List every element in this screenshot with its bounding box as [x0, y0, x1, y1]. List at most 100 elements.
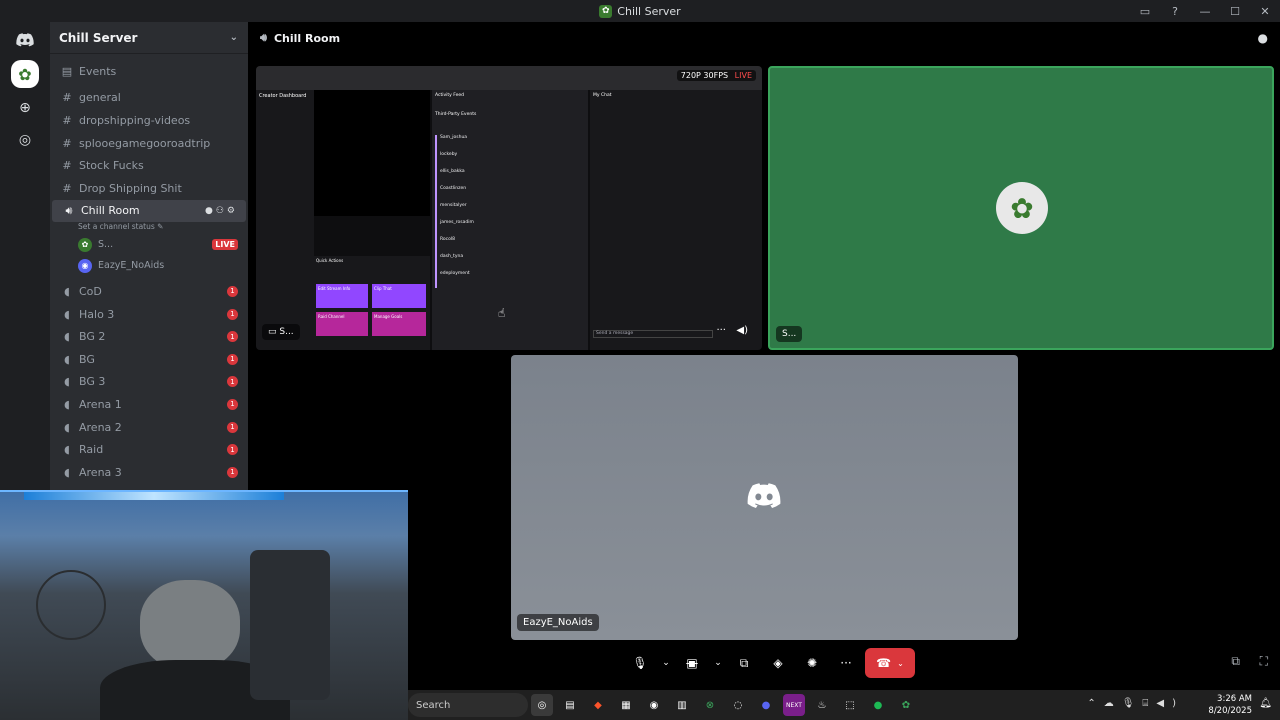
clock[interactable]: 3:26 AM 8/20/2025	[1208, 693, 1252, 717]
discord-taskbar-icon[interactable]: ●	[755, 694, 777, 716]
call-header: 🔊︎ Chill Room	[250, 22, 1280, 54]
channel-status[interactable]: Set a channel status ✎	[50, 222, 248, 234]
channel-label: general	[79, 91, 121, 105]
voice-channel[interactable]: ◖ Halo 3 1	[50, 303, 248, 326]
edit-stream-info-action: Edit Stream Info	[316, 284, 368, 308]
voice-channel[interactable]: ◖ CoD 1	[50, 280, 248, 303]
voice-channel[interactable]: ◖ Arena 3 1	[50, 461, 248, 484]
stream-tile[interactable]: Creator Dashboard Quick Actions Edit Str…	[256, 66, 762, 350]
popout-icon[interactable]: ⧉	[1231, 654, 1240, 669]
server-header[interactable]: Chill Server ⌄	[50, 22, 248, 54]
chat-icon[interactable]: ●	[205, 206, 216, 216]
steam-icon[interactable]: ♨	[811, 694, 833, 716]
microphone-icon[interactable]: 🎙︎	[625, 648, 655, 678]
more-options-icon[interactable]: ···	[716, 325, 726, 336]
minimize-button[interactable]: —	[1190, 0, 1220, 22]
obs-icon[interactable]: ◉	[643, 694, 665, 716]
user-tile[interactable]: EazyE_NoAids	[511, 355, 1018, 640]
text-channel[interactable]: # dropshipping-videos	[50, 109, 248, 132]
brave-browser-icon[interactable]: ◆	[587, 694, 609, 716]
channel-label: BG	[79, 352, 95, 366]
stream-dashboard-label: Creator Dashboard	[259, 93, 307, 99]
voice-channel[interactable]: ◖ Raid 1	[50, 438, 248, 461]
follower-item: Sam_joshua	[435, 135, 585, 152]
voice-channel[interactable]: ◖ BG 2 1	[50, 325, 248, 348]
activity-feed-panel: Activity Feed Third-Party Events Sam_jos…	[432, 90, 588, 350]
voice-channel[interactable]: ◖ BG 3 1	[50, 371, 248, 394]
follower-item: lockeby	[435, 152, 585, 169]
inbox-icon[interactable]: ▭	[1130, 0, 1160, 22]
gear-icon[interactable]: ⚙	[227, 206, 238, 216]
app-icon[interactable]: ◌	[727, 694, 749, 716]
next-app-icon[interactable]: NEXT	[783, 694, 805, 716]
invite-icon[interactable]: ⚇	[216, 206, 227, 216]
text-channel[interactable]: # splooegamegooroadtrip	[50, 132, 248, 155]
raid-channel-action: Raid Channel	[316, 312, 368, 336]
speaker-icon: ◖	[64, 397, 70, 411]
hashtag-icon: #	[62, 113, 72, 127]
voice-member[interactable]: ◉ EazyE_NoAids	[50, 255, 248, 276]
chat-bubble-icon[interactable]: ●	[1258, 31, 1268, 45]
help-icon[interactable]: ?	[1160, 0, 1190, 22]
server-leaf-icon: ✿	[599, 4, 613, 18]
more-options-icon[interactable]: ···	[831, 648, 861, 678]
speaker-icon: ◖	[64, 420, 70, 434]
speaker-icon: ◖	[64, 284, 70, 298]
activities-icon[interactable]: ◈	[763, 648, 793, 678]
close-button[interactable]: ✕	[1250, 0, 1280, 22]
app-icon[interactable]: ▥	[671, 694, 693, 716]
chevron-down-icon[interactable]: ⌄	[659, 648, 673, 678]
window-title: ✿ Chill Server	[599, 4, 681, 18]
channel-label: Arena 3	[79, 465, 122, 479]
quick-actions-label: Quick Actions	[316, 258, 344, 263]
onedrive-icon[interactable]: ☁	[1104, 698, 1122, 709]
fullscreen-icon[interactable]: ⛶	[1260, 654, 1268, 669]
search-highlight-icon[interactable]: ◎	[531, 694, 553, 716]
discord-home-icon[interactable]	[11, 26, 39, 54]
network-icon[interactable]: ⌸	[1142, 698, 1156, 709]
channel-label: Arena 2	[79, 420, 122, 434]
webcam-overlay	[0, 490, 408, 720]
disconnect-button[interactable]: ☎ ⌄	[865, 648, 915, 678]
cursor-icon: ☝	[498, 306, 506, 320]
leaf-app-icon[interactable]: ✿	[895, 694, 917, 716]
voice-channel[interactable]: ◖ BG 1	[50, 348, 248, 371]
explore-icon[interactable]: ◎	[11, 126, 39, 154]
file-explorer-icon[interactable]: ▤	[559, 694, 581, 716]
spotify-icon[interactable]: ●	[867, 694, 889, 716]
text-channel[interactable]: # Stock Fucks	[50, 154, 248, 177]
volume-icon[interactable]: ◀)	[1156, 698, 1184, 709]
voice-channel[interactable]: ◖ Arena 1 1	[50, 393, 248, 416]
text-channel[interactable]: # general	[50, 87, 248, 110]
chevron-up-icon[interactable]: ⌃	[1087, 698, 1103, 709]
chevron-down-icon[interactable]: ⌄	[711, 648, 725, 678]
taskbar: Search ◎ ▤ ◆ ▦ ◉ ▥ ⊗ ◌ ● NEXT ♨ ⬚ ● ✿ ⌃☁…	[408, 690, 1280, 720]
notification-icon[interactable]: 🔔︎	[1259, 698, 1272, 709]
channel-status-text: Set a channel status	[78, 222, 155, 232]
voice-channel[interactable]: ◖ Arena 2 1	[50, 416, 248, 439]
voice-member[interactable]: ✿ S... LIVE	[50, 234, 248, 255]
voice-channel-active[interactable]: 🔊︎ Chill Room ●⚇⚙	[52, 199, 246, 223]
tile-name-tag: EazyE_NoAids	[517, 614, 599, 631]
text-channel[interactable]: # Drop Shipping Shit	[50, 177, 248, 200]
taskbar-search[interactable]: Search	[408, 693, 528, 717]
user-tile[interactable]: ✿ S...	[768, 66, 1274, 350]
live-badge: LIVE	[212, 239, 238, 251]
mic-tray-icon[interactable]: 🎙︎	[1122, 698, 1143, 709]
chill-server-icon[interactable]: ✿	[11, 60, 39, 88]
soundboard-icon[interactable]: ✺	[797, 648, 827, 678]
app-icon[interactable]: ▦	[615, 694, 637, 716]
server-rail: ✿ ⊕ ◎	[0, 22, 50, 490]
tile-name-text: EazyE_NoAids	[523, 617, 593, 628]
camera-off-icon[interactable]: ▣	[677, 648, 707, 678]
add-server-icon[interactable]: ⊕	[11, 94, 39, 122]
stream-dashboard-nav: Creator Dashboard	[256, 90, 314, 350]
search-label: Search	[416, 699, 451, 711]
app-icon[interactable]: ⬚	[839, 694, 861, 716]
events-item[interactable]: ▤ Events	[50, 60, 248, 83]
stream-live-text: LIVE	[734, 71, 752, 80]
volume-icon[interactable]: ◀)	[736, 325, 748, 336]
screen-share-icon[interactable]: ⧉	[729, 648, 759, 678]
xbox-icon[interactable]: ⊗	[699, 694, 721, 716]
maximize-button[interactable]: ☐	[1220, 0, 1250, 22]
